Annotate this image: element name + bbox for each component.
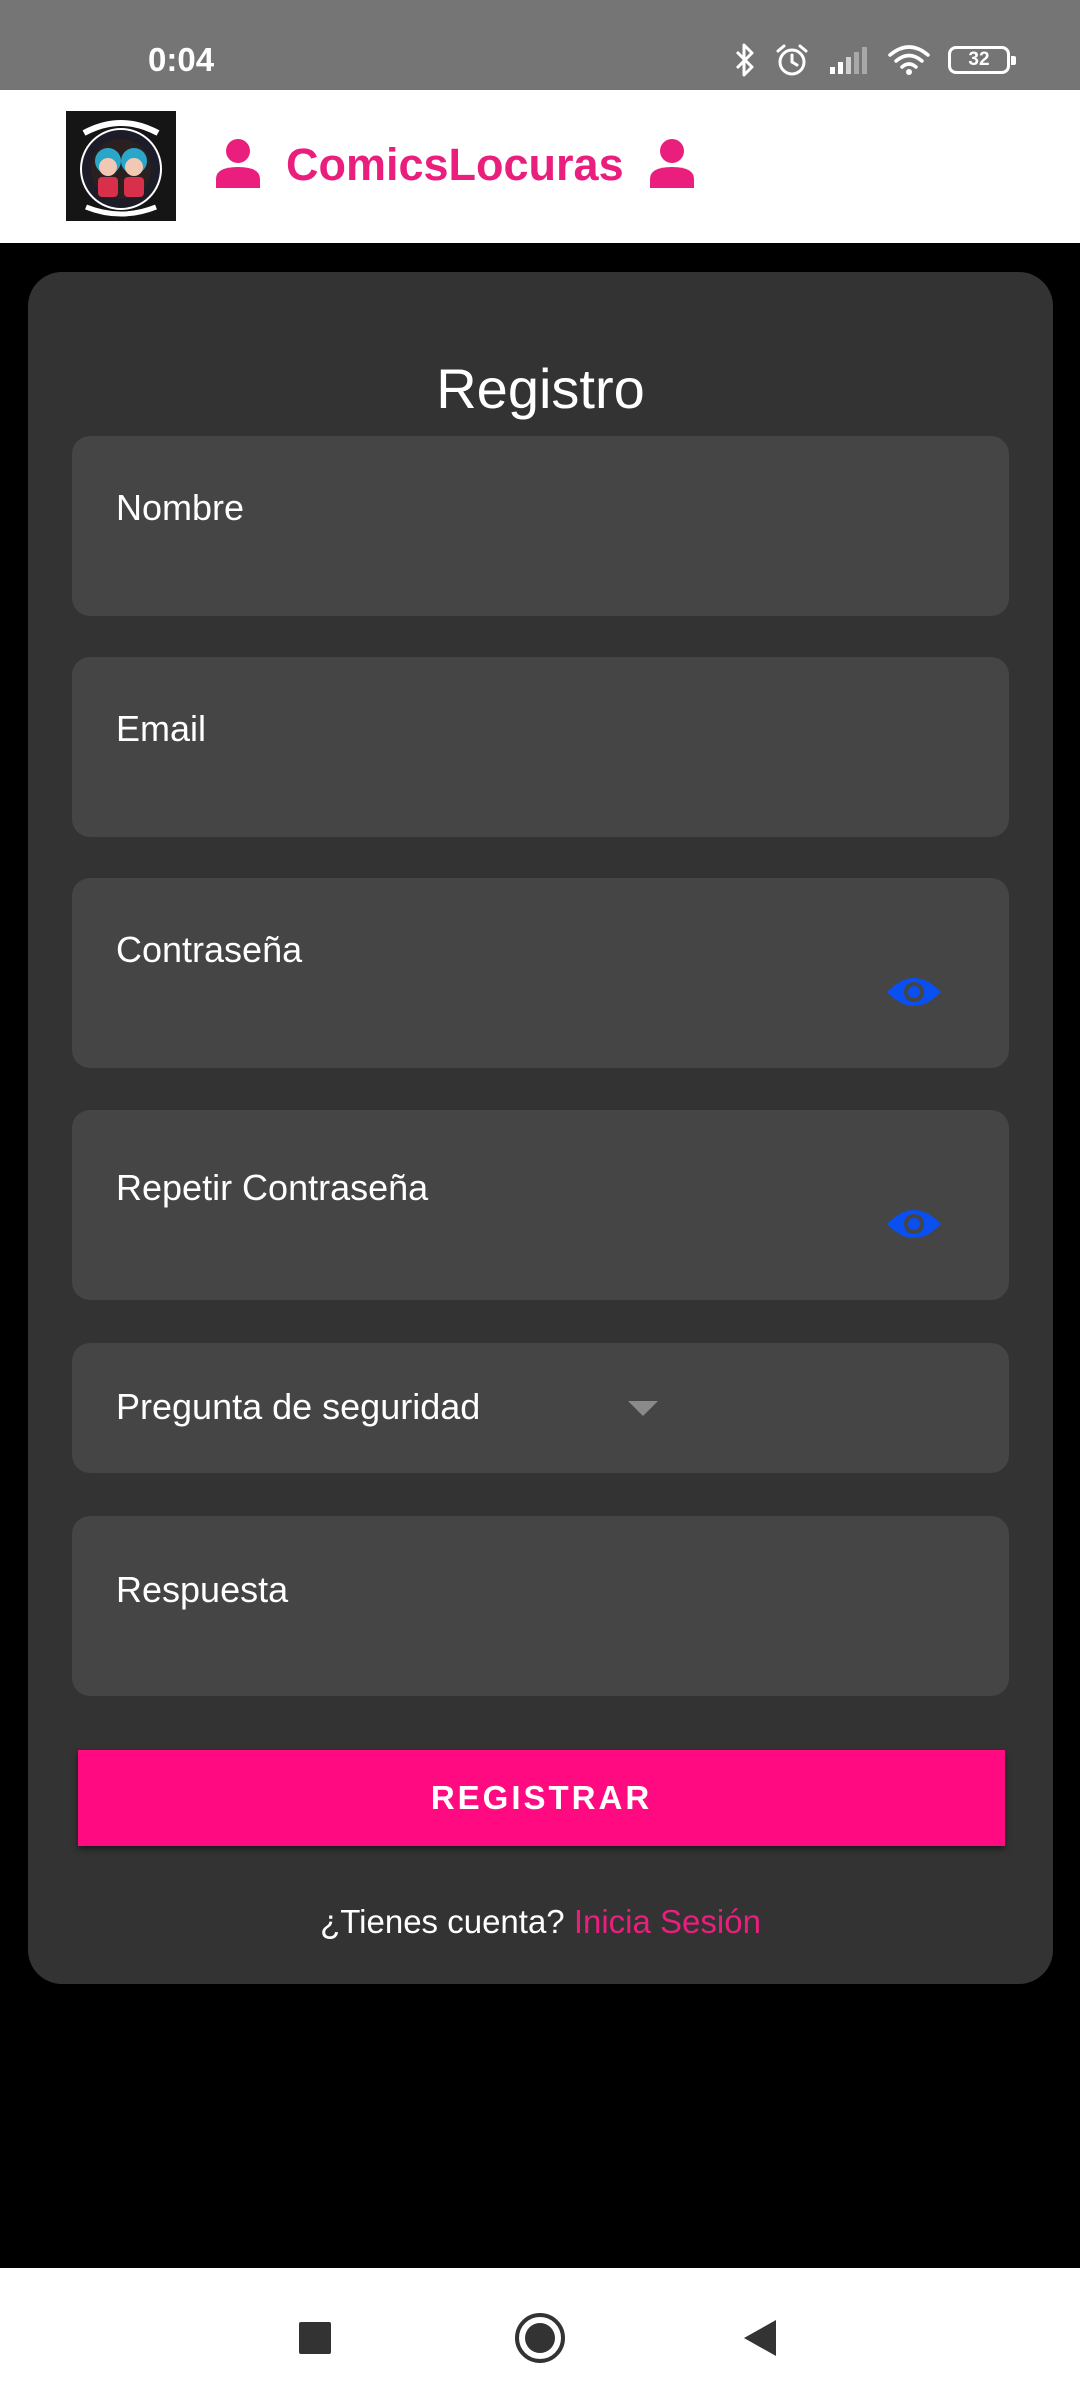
battery-icon: 32 (948, 46, 1016, 74)
security-question-dropdown[interactable]: Pregunta de seguridad (72, 1343, 1009, 1473)
user-icon[interactable] (214, 138, 262, 193)
battery-level: 32 (968, 49, 990, 70)
alarm-icon (774, 42, 810, 78)
security-question-label: Pregunta de seguridad (116, 1386, 481, 1427)
app-logo (66, 111, 176, 221)
eye-icon[interactable] (885, 1204, 943, 1244)
login-prompt-text: ¿Tienes cuenta? (320, 1903, 565, 1940)
eye-icon[interactable] (885, 972, 943, 1012)
login-link[interactable]: Inicia Sesión (574, 1903, 761, 1940)
user-icon[interactable] (648, 138, 696, 193)
name-field[interactable]: Nombre (72, 436, 1009, 616)
wifi-icon (888, 44, 930, 76)
recents-square-icon[interactable] (285, 2308, 345, 2368)
answer-field-label: Respuesta (116, 1569, 289, 1610)
back-triangle-icon[interactable] (730, 2308, 790, 2368)
password-field-label: Contraseña (116, 929, 303, 970)
password-field[interactable]: Contraseña (72, 878, 1009, 1068)
status-time: 0:04 (148, 41, 215, 78)
register-card: Registro Nombre Email Contraseña Repetir… (28, 272, 1053, 1984)
repeat-password-field-label: Repetir Contraseña (116, 1167, 429, 1208)
answer-field[interactable]: Respuesta (72, 1516, 1009, 1696)
home-circle-icon[interactable] (510, 2308, 570, 2368)
signal-icon (828, 45, 870, 75)
system-nav-bar (0, 2268, 1080, 2400)
name-field-label: Nombre (116, 487, 245, 528)
register-button[interactable]: REGISTRAR (78, 1750, 1005, 1846)
app-bar: ComicsLocuras (0, 90, 1080, 243)
form-title: Registro (436, 357, 645, 420)
email-field[interactable]: Email (72, 657, 1009, 837)
app-title-group: ComicsLocuras (214, 120, 696, 210)
app-title: ComicsLocuras (286, 139, 624, 190)
email-field-label: Email (116, 708, 207, 749)
repeat-password-field[interactable]: Repetir Contraseña (72, 1110, 1009, 1300)
status-icons: 32 (734, 38, 1016, 82)
status-bar: 0:04 32 (0, 0, 1080, 90)
login-prompt-line: ¿Tienes cuenta? Inicia Sesión (28, 1902, 1053, 1942)
chevron-down-icon (628, 1401, 658, 1416)
bluetooth-icon (734, 42, 756, 78)
